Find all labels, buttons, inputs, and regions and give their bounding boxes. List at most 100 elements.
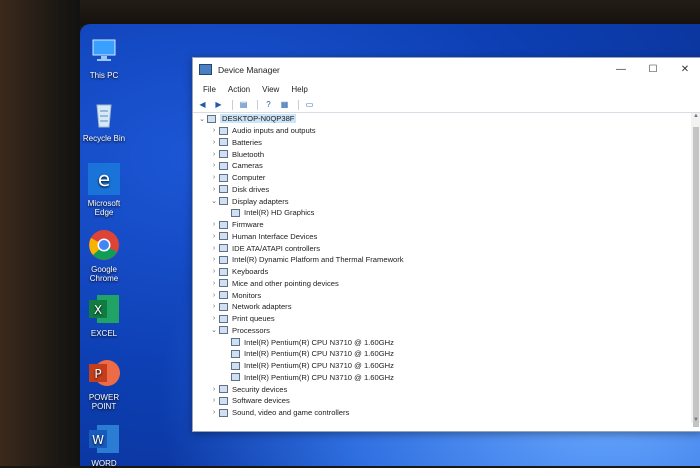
- desktop-icon-edge[interactable]: e Microsoft Edge: [78, 162, 130, 217]
- tree-category-item[interactable]: ⌄ Processors: [193, 325, 691, 337]
- tree-device-item[interactable]: Intel(R) Pentium(R) CPU N3710 @ 1.60GHz: [193, 348, 691, 360]
- device-category-icon: [231, 361, 240, 370]
- collapse-chevron-icon[interactable]: ›: [209, 386, 219, 393]
- word-icon: W: [87, 422, 121, 456]
- tree-category-item[interactable]: › Keyboards: [193, 266, 691, 278]
- tree-item-label: Sound, video and game controllers: [232, 408, 350, 418]
- tree-category-item[interactable]: › IDE ATA/ATAPI controllers: [193, 242, 691, 254]
- tree-category-item[interactable]: › Firmware: [193, 219, 691, 231]
- tree-category-item[interactable]: › Print queues: [193, 313, 691, 325]
- desktop-icon-this-pc[interactable]: This PC: [78, 34, 130, 80]
- close-button[interactable]: ✕: [669, 64, 700, 75]
- menu-action[interactable]: Action: [228, 85, 250, 94]
- desktop-icon-chrome[interactable]: Google Chrome: [78, 228, 130, 283]
- device-category-icon: [231, 338, 240, 347]
- desktop-icon-word[interactable]: W WORD: [78, 422, 130, 468]
- collapse-chevron-icon[interactable]: ›: [209, 397, 219, 404]
- desktop-icon-powerpoint[interactable]: P POWER POINT: [78, 356, 130, 411]
- expand-chevron-icon[interactable]: ⌄: [209, 197, 219, 205]
- tree-category-item[interactable]: › Intel(R) Dynamic Platform and Thermal F…: [193, 254, 691, 266]
- tree-category-item[interactable]: › Cameras: [193, 160, 691, 172]
- svg-text:X: X: [94, 303, 102, 317]
- tree-category-item[interactable]: › Mice and other pointing devices: [193, 278, 691, 290]
- expand-chevron-icon[interactable]: ⌄: [197, 115, 207, 123]
- collapse-chevron-icon[interactable]: ›: [209, 292, 219, 299]
- scrollbar-thumb[interactable]: [693, 127, 699, 427]
- menu-view[interactable]: View: [262, 85, 279, 94]
- tree-category-item[interactable]: › Bluetooth: [193, 148, 691, 160]
- tree-item-label: Audio inputs and outputs: [232, 126, 316, 136]
- scroll-up-icon[interactable]: ▲: [691, 113, 700, 119]
- svg-text:e: e: [98, 167, 110, 191]
- collapse-chevron-icon[interactable]: ›: [209, 303, 219, 310]
- device-view-icon[interactable]: ▦: [278, 100, 291, 110]
- tree-category-item[interactable]: › Disk drives: [193, 184, 691, 196]
- tree-item-label: Intel(R) Dynamic Platform and Thermal Fr…: [232, 255, 404, 265]
- collapse-chevron-icon[interactable]: ›: [209, 315, 219, 322]
- maximize-button[interactable]: ☐: [637, 64, 669, 75]
- tree-category-item[interactable]: › Network adapters: [193, 301, 691, 313]
- collapse-chevron-icon[interactable]: ›: [209, 127, 219, 134]
- tree-device-item[interactable]: Intel(R) HD Graphics: [193, 207, 691, 219]
- collapse-chevron-icon[interactable]: ›: [209, 409, 219, 416]
- tree-device-item[interactable]: Intel(R) Pentium(R) CPU N3710 @ 1.60GHz: [193, 336, 691, 348]
- collapse-chevron-icon[interactable]: ›: [209, 280, 219, 287]
- menu-help[interactable]: Help: [291, 85, 307, 94]
- tree-category-item[interactable]: › Monitors: [193, 289, 691, 301]
- scroll-down-icon[interactable]: ▼: [691, 417, 700, 423]
- tree-device-item[interactable]: Intel(R) Pentium(R) CPU N3710 @ 1.60GHz: [193, 372, 691, 384]
- desktop-icon-label: EXCEL: [90, 329, 118, 338]
- tree-category-item[interactable]: › Computer: [193, 172, 691, 184]
- back-icon[interactable]: ◀: [196, 100, 209, 110]
- collapse-chevron-icon[interactable]: ›: [209, 256, 219, 263]
- monitor-icon[interactable]: ▭: [303, 100, 316, 110]
- tree-category-item[interactable]: › Human Interface Devices: [193, 231, 691, 243]
- device-category-icon: [231, 349, 240, 358]
- properties-icon[interactable]: ▤: [237, 100, 250, 110]
- expand-chevron-icon[interactable]: ⌄: [209, 326, 219, 334]
- tree-item-label: Print queues: [232, 314, 275, 324]
- tree-device-item[interactable]: Intel(R) Pentium(R) CPU N3710 @ 1.60GHz: [193, 360, 691, 372]
- device-category-icon: [219, 255, 228, 264]
- title-bar[interactable]: Device Manager — ☐ ✕: [193, 58, 700, 81]
- desktop-icon-label: WORD: [91, 459, 117, 468]
- tree-item-label: Bluetooth: [232, 149, 265, 159]
- minimize-button[interactable]: —: [605, 64, 637, 75]
- collapse-chevron-icon[interactable]: ›: [209, 221, 219, 228]
- collapse-chevron-icon[interactable]: ›: [209, 151, 219, 158]
- device-category-icon: [219, 385, 228, 394]
- collapse-chevron-icon[interactable]: ›: [209, 268, 219, 275]
- tree-item-label: Disk drives: [232, 184, 270, 194]
- tree-item-label: Network adapters: [232, 302, 292, 312]
- desktop-icon-recycle-bin[interactable]: Recycle Bin: [78, 97, 130, 143]
- collapse-chevron-icon[interactable]: ›: [209, 233, 219, 240]
- tree-category-item[interactable]: › Security devices: [193, 383, 691, 395]
- device-manager-app-icon: [199, 64, 212, 75]
- collapse-chevron-icon[interactable]: ›: [209, 139, 219, 146]
- device-category-icon: [219, 150, 228, 159]
- tree-item-label: Cameras: [232, 161, 263, 171]
- tree-root-computer[interactable]: ⌄ DESKTOP-N0QP38F: [193, 113, 691, 125]
- forward-icon[interactable]: ▶: [212, 100, 225, 110]
- tree-category-item[interactable]: › Software devices: [193, 395, 691, 407]
- collapse-chevron-icon[interactable]: ›: [209, 162, 219, 169]
- tree-item-label: Human Interface Devices: [232, 231, 318, 241]
- collapse-chevron-icon[interactable]: ›: [209, 245, 219, 252]
- menu-file[interactable]: File: [203, 85, 216, 94]
- tree-item-label: Intel(R) Pentium(R) CPU N3710 @ 1.60GHz: [244, 361, 394, 371]
- svg-text:W: W: [92, 433, 104, 447]
- device-category-icon: [219, 244, 228, 253]
- tree-category-item[interactable]: › Sound, video and game controllers: [193, 407, 691, 419]
- tree-category-item[interactable]: › Batteries: [193, 137, 691, 149]
- desktop-icon-label: Microsoft Edge: [87, 199, 121, 217]
- toolbar-separator: [232, 99, 233, 110]
- device-category-icon: [219, 232, 228, 241]
- vertical-scrollbar[interactable]: ▲ ▼: [691, 113, 700, 427]
- monitor-bezel-top: [0, 0, 700, 26]
- help-icon[interactable]: ?: [262, 100, 275, 110]
- collapse-chevron-icon[interactable]: ›: [209, 174, 219, 181]
- tree-category-item[interactable]: › Audio inputs and outputs: [193, 125, 691, 137]
- collapse-chevron-icon[interactable]: ›: [209, 186, 219, 193]
- desktop-icon-excel[interactable]: X EXCEL: [78, 292, 130, 338]
- tree-category-item[interactable]: ⌄ Display adapters: [193, 195, 691, 207]
